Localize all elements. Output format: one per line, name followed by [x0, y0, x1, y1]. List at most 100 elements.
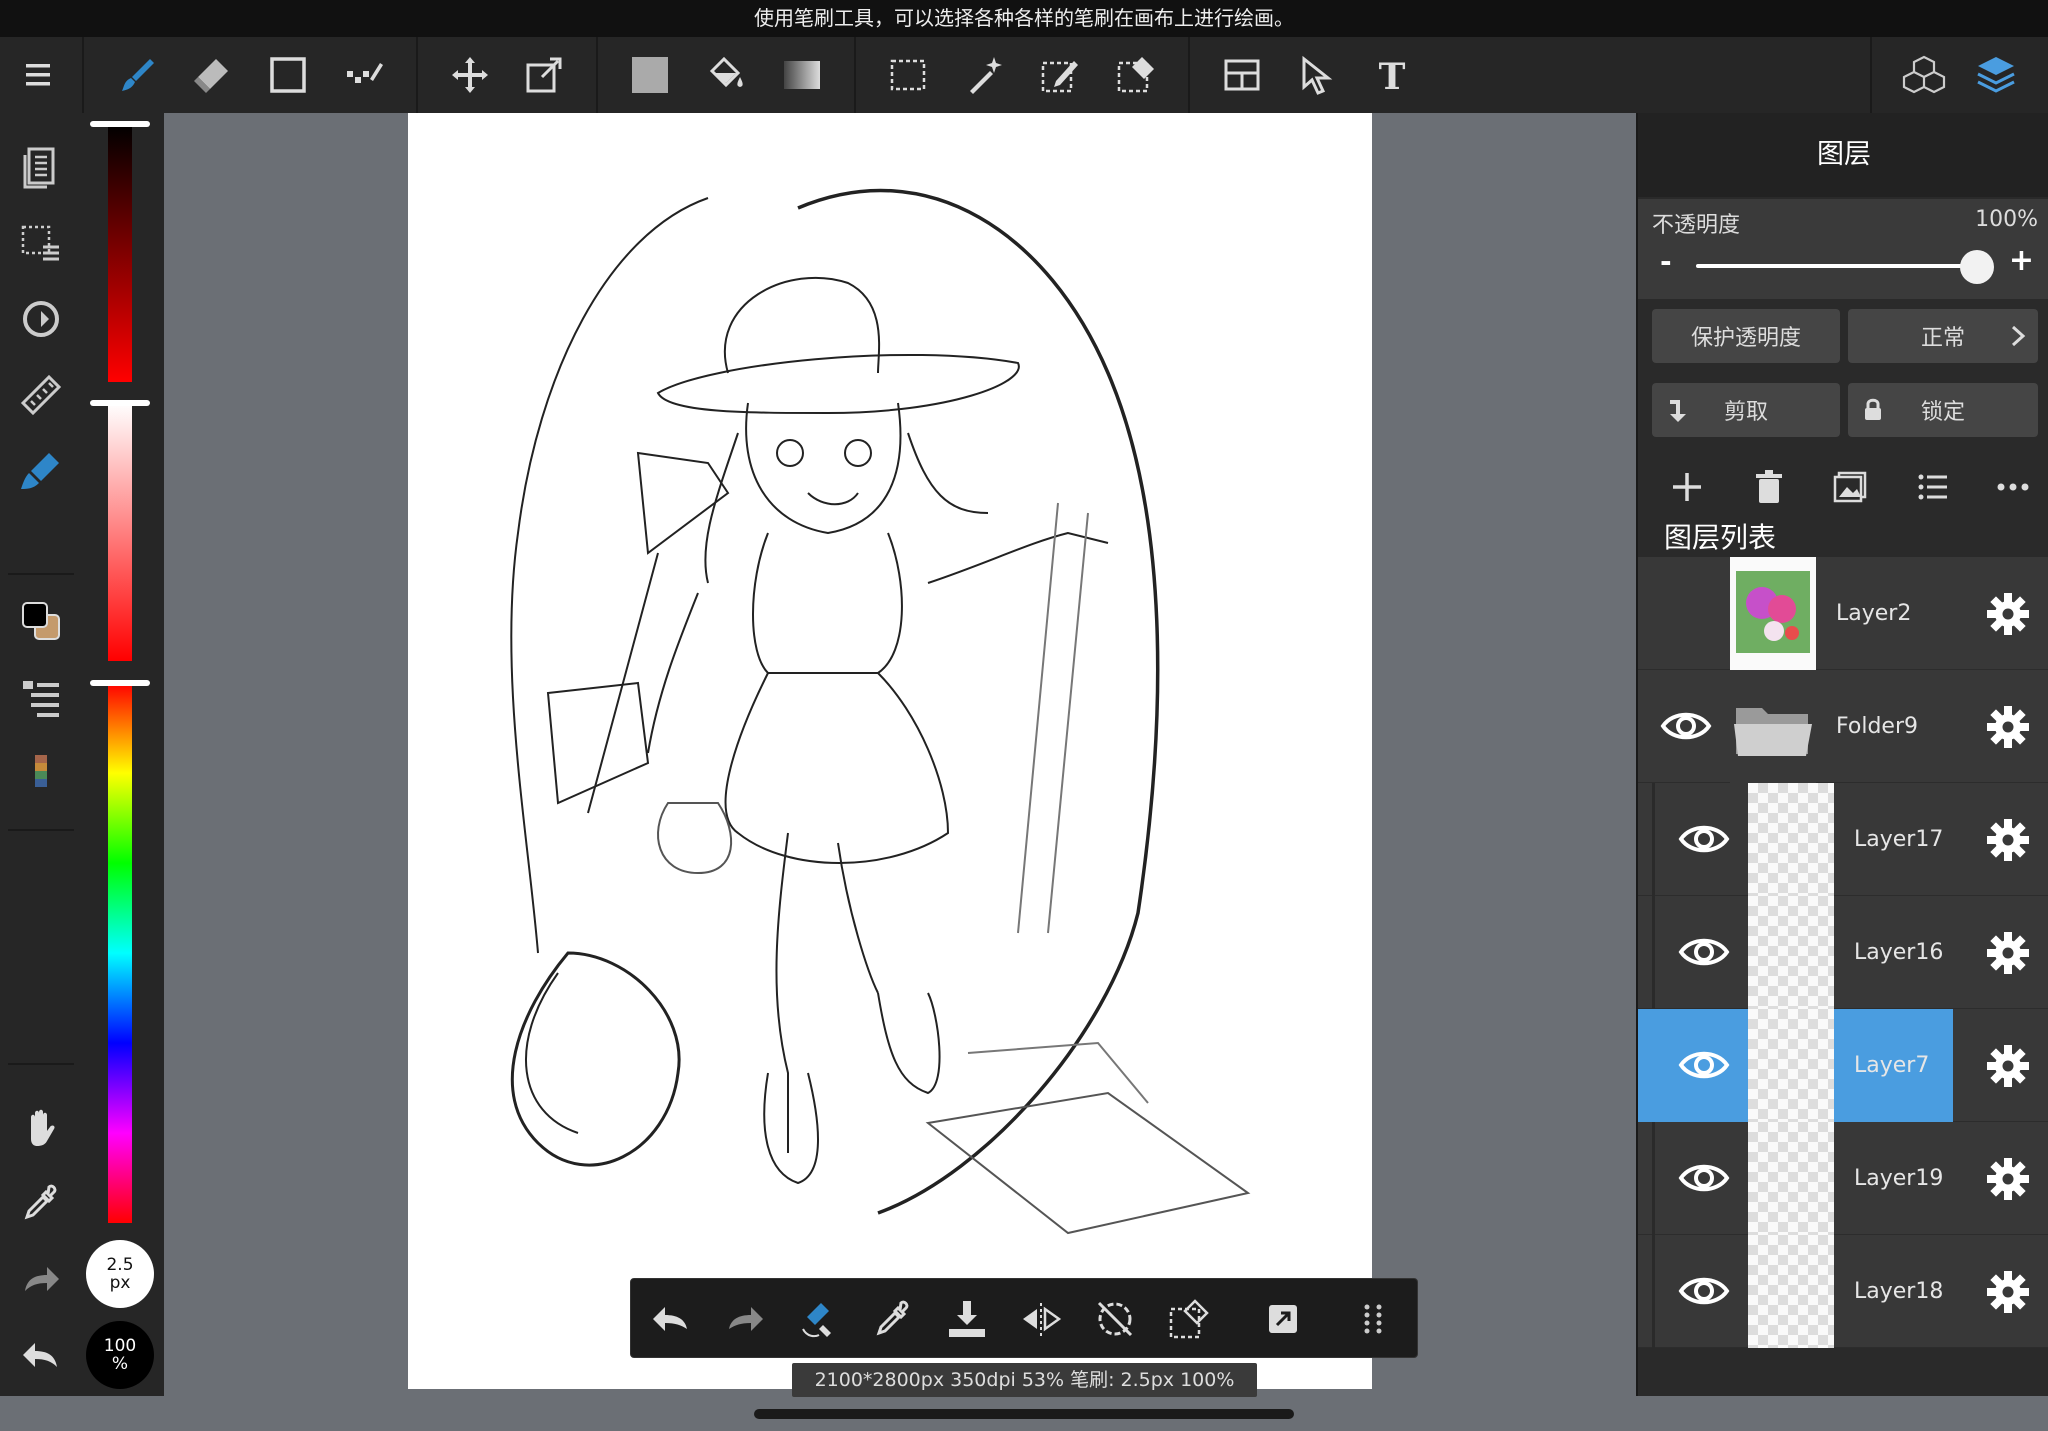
visibility-eye-icon[interactable] — [1676, 1037, 1732, 1093]
brightness-slider[interactable] — [108, 125, 132, 382]
color-set-icon[interactable] — [11, 743, 71, 803]
visibility-eye-icon[interactable] — [1676, 811, 1732, 867]
brush-size-control[interactable]: 2.5 px — [86, 1240, 154, 1308]
add-image-layer-icon[interactable] — [1822, 458, 1880, 516]
export-icon[interactable] — [1253, 1289, 1313, 1349]
layer-row[interactable]: Layer2 — [1638, 557, 2048, 670]
clip-button[interactable]: 剪取 — [1652, 383, 1840, 437]
panel-title: 图层 — [1638, 113, 2048, 197]
layer-row[interactable]: Layer19 — [1638, 1122, 2048, 1235]
brush-eraser-swap-icon[interactable] — [789, 1289, 849, 1349]
rotate-reset-icon[interactable] — [1085, 1289, 1145, 1349]
home-indicator[interactable] — [754, 1409, 1294, 1419]
layer-settings-gear-icon[interactable] — [1985, 704, 2031, 750]
layer-thumbnail[interactable] — [1730, 557, 1816, 670]
selection-list-icon[interactable] — [11, 213, 71, 273]
rectangle-icon[interactable] — [258, 45, 318, 105]
brightness-knob[interactable] — [90, 121, 150, 127]
layer-settings-gear-icon[interactable] — [1985, 1043, 2031, 1089]
layer-settings-gear-icon[interactable] — [1985, 1156, 2031, 1202]
layer-panel: 图层 不透明度 100% - + 保护透明度 正常 剪取 锁定 图层列表 Lay… — [1636, 113, 2048, 1396]
dot-brush-icon[interactable] — [334, 45, 394, 105]
brush-size-unit: px — [109, 1273, 131, 1293]
layer-settings-gear-icon[interactable] — [1985, 930, 2031, 976]
saturation-knob[interactable] — [90, 400, 150, 406]
move-icon[interactable] — [440, 45, 500, 105]
eraser-icon[interactable] — [182, 45, 242, 105]
folder-indent-line — [1652, 783, 1655, 896]
text-icon[interactable]: T — [1362, 45, 1422, 105]
brush-icon[interactable] — [108, 45, 168, 105]
eyedropper-icon[interactable] — [863, 1289, 923, 1349]
redo-icon[interactable] — [715, 1289, 775, 1349]
select-pen-icon[interactable] — [1030, 45, 1090, 105]
layer-thumbnail[interactable] — [1730, 670, 1816, 783]
fill-color-icon[interactable] — [620, 45, 680, 105]
more-grid-icon[interactable] — [1343, 1289, 1403, 1349]
gradient-icon[interactable] — [772, 45, 832, 105]
palette-list-icon[interactable] — [11, 667, 71, 727]
layer-thumbnail[interactable] — [1748, 783, 1834, 896]
layer-list-view-icon[interactable] — [1904, 458, 1962, 516]
opacity-plus-button[interactable]: + — [2009, 243, 2034, 278]
hue-slider[interactable] — [108, 683, 132, 1223]
select-eraser-icon[interactable] — [1106, 45, 1166, 105]
add-layer-icon[interactable] — [1658, 458, 1716, 516]
ruler-icon[interactable] — [11, 365, 71, 425]
layer-thumbnail[interactable] — [1748, 1122, 1834, 1235]
protect-alpha-button[interactable]: 保护透明度 — [1652, 309, 1840, 363]
3d-cube-icon[interactable] — [1894, 45, 1954, 105]
select-move-icon[interactable] — [1288, 45, 1348, 105]
layer-row[interactable]: Layer16 — [1638, 896, 2048, 1009]
rotate-view-icon[interactable] — [11, 289, 71, 349]
transform-icon[interactable] — [514, 45, 574, 105]
canvas-area[interactable] — [164, 113, 1636, 1396]
visibility-eye-icon[interactable] — [1676, 1263, 1732, 1319]
undo-icon[interactable] — [11, 1325, 71, 1385]
blend-mode-button[interactable]: 正常 — [1848, 309, 2038, 363]
clear-layer-icon[interactable] — [1159, 1289, 1219, 1349]
opacity-slider-knob[interactable] — [1960, 250, 1994, 284]
undo-icon[interactable] — [641, 1289, 701, 1349]
layers-icon[interactable] — [1966, 45, 2026, 105]
layer-settings-gear-icon[interactable] — [1985, 1269, 2031, 1315]
visibility-eye-icon[interactable] — [1658, 585, 1714, 641]
folder-indent-line — [1652, 896, 1655, 1009]
opacity-slider[interactable] — [1696, 264, 1976, 268]
visibility-eye-icon[interactable] — [1676, 1150, 1732, 1206]
magic-wand-icon[interactable] — [954, 45, 1014, 105]
layer-row[interactable]: Layer18 — [1638, 1235, 2048, 1348]
panel-icon[interactable] — [1212, 45, 1272, 105]
layer-thumbnail[interactable] — [1748, 1009, 1834, 1122]
top-toolbar: T — [0, 37, 2048, 113]
brush-opacity-control[interactable]: 100 % — [86, 1321, 154, 1389]
menu-icon[interactable] — [8, 45, 68, 105]
layer-row[interactable]: Layer17 — [1638, 783, 2048, 896]
lock-button[interactable]: 锁定 — [1848, 383, 2038, 437]
delete-layer-icon[interactable] — [1740, 458, 1798, 516]
brush-size-value: 2.5 — [106, 1255, 134, 1275]
stabilizer-brush-icon[interactable] — [11, 441, 71, 501]
bucket-icon[interactable] — [696, 45, 756, 105]
color-swatch-icon[interactable] — [11, 591, 71, 651]
layer-settings-gear-icon[interactable] — [1985, 817, 2031, 863]
visibility-eye-icon[interactable] — [1676, 924, 1732, 980]
drawing-canvas[interactable] — [408, 113, 1372, 1389]
opacity-minus-button[interactable]: - — [1660, 245, 1672, 278]
flip-icon[interactable] — [1011, 1289, 1071, 1349]
hand-icon[interactable] — [11, 1097, 71, 1157]
layer-row[interactable]: Folder9 — [1638, 670, 2048, 783]
layer-thumbnail[interactable] — [1748, 896, 1834, 1009]
pages-icon[interactable] — [11, 137, 71, 197]
saturation-slider[interactable] — [108, 403, 132, 661]
select-rect-icon[interactable] — [878, 45, 938, 105]
more-options-icon[interactable] — [1984, 458, 2042, 516]
hue-knob[interactable] — [90, 680, 150, 686]
save-download-icon[interactable] — [937, 1289, 997, 1349]
redo-icon[interactable] — [11, 1249, 71, 1309]
visibility-eye-icon[interactable] — [1658, 698, 1714, 754]
layer-thumbnail[interactable] — [1748, 1235, 1834, 1348]
layer-row[interactable]: Layer7 — [1638, 1009, 2048, 1122]
eyedropper-icon[interactable] — [11, 1173, 71, 1233]
layer-settings-gear-icon[interactable] — [1985, 591, 2031, 637]
